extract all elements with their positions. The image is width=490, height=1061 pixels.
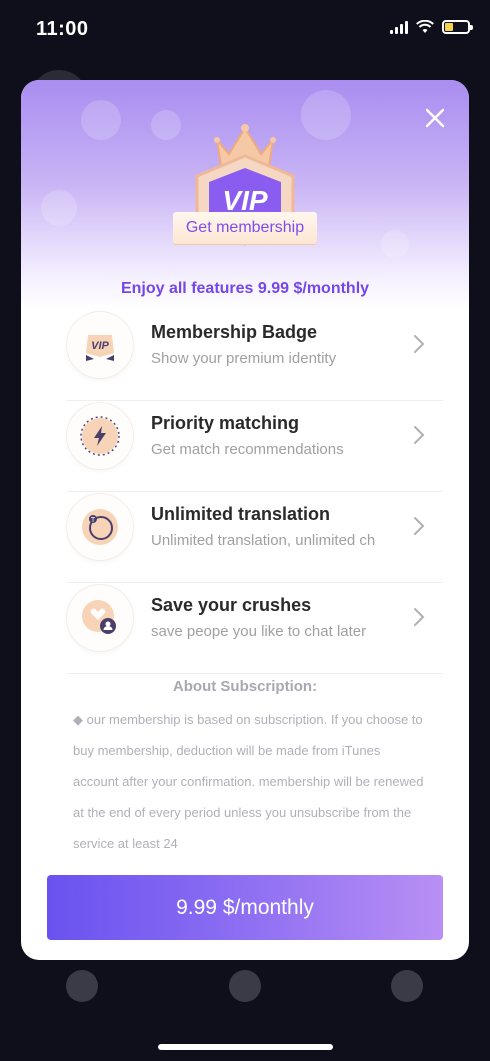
membership-modal: VIP Get membership Enjoy all features 9.… bbox=[21, 80, 469, 960]
chat-icon[interactable] bbox=[229, 970, 261, 1002]
home-indicator[interactable] bbox=[158, 1044, 333, 1050]
enjoy-features-text: Enjoy all features 9.99 $/monthly bbox=[120, 280, 370, 297]
close-icon[interactable] bbox=[423, 106, 447, 130]
status-bar: 11:00 bbox=[0, 0, 490, 60]
feature-save-crushes[interactable]: Save your crushes save peope you like to… bbox=[67, 583, 443, 674]
feature-subtitle: Unlimited translation, unlimited ch bbox=[151, 532, 376, 549]
feature-membership-badge[interactable]: VIP Membership Badge Show your premium i… bbox=[67, 310, 443, 401]
heart-user-icon bbox=[67, 585, 133, 651]
feature-subtitle: save peope you like to chat later bbox=[151, 623, 367, 640]
get-membership-label: Get membership bbox=[173, 212, 317, 244]
feature-subtitle: Get match recommendations bbox=[151, 441, 344, 458]
feature-title: Membership Badge bbox=[151, 322, 318, 342]
feature-title: Unlimited translation bbox=[151, 504, 331, 524]
feature-unlimited-translation[interactable]: T Unlimited translation Unlimited transl… bbox=[67, 492, 443, 583]
clock-icon[interactable] bbox=[391, 970, 423, 1002]
feature-title: Priority matching bbox=[151, 413, 300, 433]
svg-text:VIP: VIP bbox=[91, 340, 109, 352]
chevron-right-icon bbox=[414, 517, 425, 535]
svg-text:T: T bbox=[91, 517, 96, 524]
vip-badge-icon: VIP bbox=[67, 312, 133, 378]
about-subscription-body: ◆ our membership is based on subscriptio… bbox=[73, 712, 424, 851]
globe-icon[interactable] bbox=[66, 970, 98, 1002]
translate-icon: T bbox=[67, 494, 133, 560]
about-subscription-title: About Subscription: bbox=[172, 678, 318, 695]
subscribe-button[interactable]: 9.99 $/monthly bbox=[47, 875, 443, 940]
chevron-right-icon bbox=[414, 608, 425, 626]
battery-icon bbox=[442, 20, 473, 34]
wifi-icon bbox=[416, 20, 434, 33]
vip-crown-badge: VIP bbox=[173, 124, 317, 246]
status-time: 11:00 bbox=[36, 18, 89, 40]
feature-list: VIP Membership Badge Show your premium i… bbox=[67, 310, 443, 674]
bottom-nav bbox=[0, 965, 490, 1010]
status-icons bbox=[390, 20, 473, 34]
chevron-right-icon bbox=[414, 426, 425, 444]
feature-subtitle: Show your premium identity bbox=[151, 350, 337, 367]
chevron-right-icon bbox=[414, 335, 425, 353]
feature-priority-matching[interactable]: Priority matching Get match recommendati… bbox=[67, 401, 443, 492]
feature-title: Save your crushes bbox=[151, 595, 312, 615]
signal-icon bbox=[390, 20, 408, 34]
lightning-icon bbox=[67, 403, 133, 469]
